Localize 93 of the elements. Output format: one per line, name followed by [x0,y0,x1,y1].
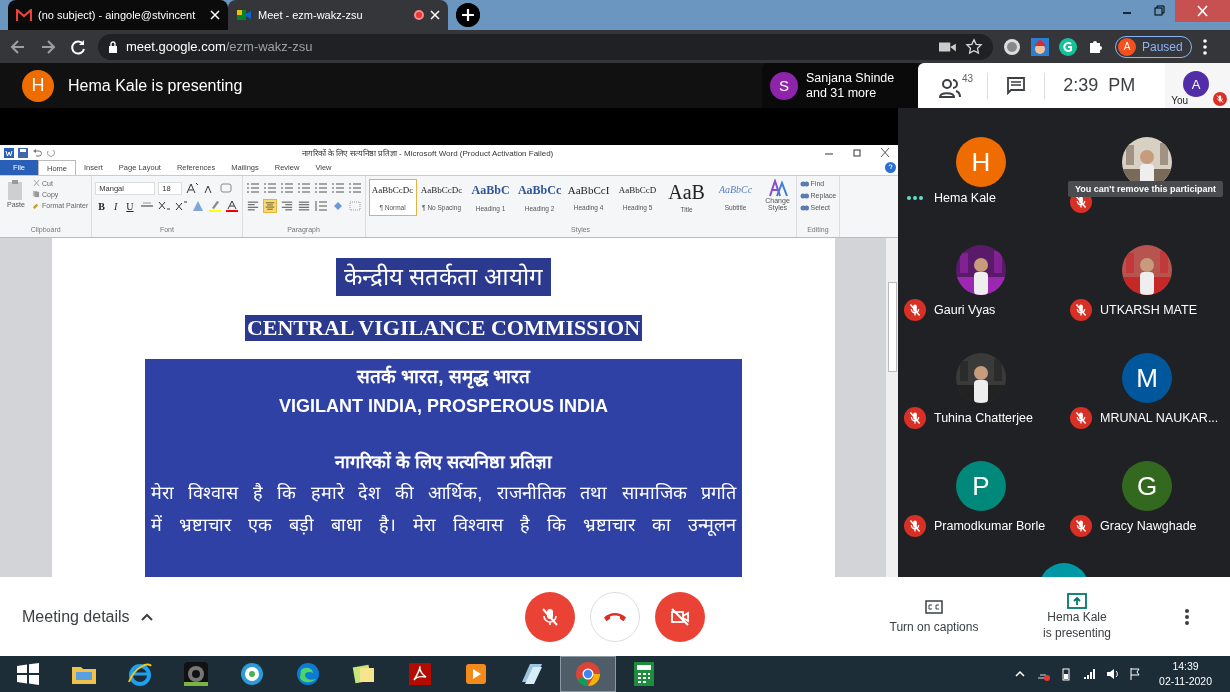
save-icon[interactable] [18,147,28,158]
presenter-label: Hema Kale is presenting [68,76,243,95]
volume-icon[interactable] [1105,667,1120,681]
clock-time: 2:39 PM [1062,75,1137,96]
people-button[interactable]: 43 [918,72,989,99]
captions-icon [925,599,943,614]
avatar: M [1122,353,1172,403]
participant-name: Gracy Nawghade [1100,519,1197,533]
participant-name: MRUNAL NAUKAR... [1100,411,1219,425]
document-icon[interactable] [406,660,434,688]
participants-text: Sanjana Shinde and 31 more [806,70,895,101]
close-icon[interactable] [210,10,220,20]
microphone-button[interactable] [525,591,575,642]
participants-summary[interactable]: S Sanjana Shinde and 31 more [762,63,918,108]
self-label: You [1171,95,1188,106]
document-heading: CENTRAL VIGILANCE COMMISSION [244,315,643,341]
help-icon[interactable] [885,162,896,173]
people-icon [938,76,962,99]
format-button[interactable]: U [123,200,137,212]
participant-name: UTKARSH MATE [1100,303,1197,317]
browser-tab[interactable]: (no subject) - aingole@stvincent [8,0,228,30]
address-bar[interactable]: meet.google.com/ezm-wakz-zsu [98,33,993,60]
grammar-icon[interactable] [1059,37,1077,56]
camera-off-icon [669,605,691,628]
extension-icon[interactable] [1003,37,1021,56]
camera-icon [236,9,252,21]
avatar: H [22,69,54,102]
motto-text: सतर्क भारत, समृद्ध भारत [356,364,531,391]
caret-icon[interactable] [139,611,154,622]
windows-icon[interactable] [14,660,42,688]
pledge-text: मेरा विश्वास है कि हमारे देश की आर्थिक, राजनीतिक तथा सामाजिक प्रगति [150,482,738,505]
avatar: S [770,71,798,100]
copy-icon [32,190,40,198]
avatar: A [1118,37,1136,56]
flag-icon[interactable] [1128,667,1143,681]
align-right-icon[interactable] [279,199,294,213]
align-justify-icon[interactable] [296,199,311,213]
star-icon[interactable] [965,37,983,56]
pledge-text: में भ्रष्टाचार एक बड़ी बाधा है। मेरा विश्वास है कि भ्रष्टाचार का उन्मूलन [150,514,738,538]
tab-title: (no subject) - aingole@stvincent [38,9,197,21]
new-tab-icon[interactable] [456,3,480,27]
highlighter-icon[interactable] [207,200,222,212]
camera-button[interactable] [655,591,705,642]
url-text: meet.google.com/ezm-wakz-zsu [126,39,313,54]
profile-status: Paused [1142,39,1183,54]
scissors-icon [32,179,40,187]
avatar: A [1183,71,1210,97]
align-left-icon[interactable] [245,199,260,213]
chrome-icon[interactable] [574,660,602,688]
window-title: नागरिकों के लिए सत्यनिष्ठा प्रतिज्ञा - Microsoft Word (Product Activation Failed) [302,147,554,158]
participant-name: Pramodkumar Borle [934,519,1046,533]
disc-icon[interactable] [238,660,266,688]
participant-name: Tuhina Chatterjee [934,411,1033,425]
multilevel-list-icon[interactable] [279,182,294,194]
align-center-icon[interactable] [262,199,277,213]
superscript-icon[interactable] [173,200,188,212]
tooltip: You can't remove this participant [1068,181,1223,197]
format-button[interactable]: B [95,200,108,212]
word-icon[interactable] [4,147,14,158]
hang-up-button[interactable] [590,591,640,642]
document-heading: केन्द्रीय सतर्कता आयोग [335,258,552,296]
avatar: H [956,137,1006,187]
lock-icon [108,40,118,53]
tab-title: Meet - ezm-wakz-zsu [258,9,364,21]
participant-name: Hema Kale [934,191,996,205]
pledge-title: नागरिकों के लिए सत्यनिष्ठा प्रतिज्ञा [335,450,552,474]
avatar: G [1122,461,1172,511]
scrollbar[interactable] [886,238,898,577]
subscript-icon[interactable] [156,200,171,212]
motto-text: VIGILANT INDIA, PROSPEROUS INDIA [279,395,608,418]
present-icon [1067,592,1087,609]
brush-icon [32,201,40,209]
avatar: P [956,461,1006,511]
menu-icon[interactable] [1201,37,1208,56]
captions-button[interactable]: Turn on captions [859,599,1009,634]
taskbar-clock[interactable]: 14:39 02-11-2020 [1159,659,1212,689]
chat-icon[interactable] [1006,75,1027,96]
browser-icon[interactable] [294,660,322,688]
present-button[interactable]: Hema Kale is presenting [1009,592,1145,641]
undo-icon[interactable] [32,147,42,158]
restore-icon[interactable] [850,146,864,159]
styles-icon [767,179,788,197]
participant-name: Gauri Vyas [934,303,996,317]
font-color-icon[interactable] [224,200,239,212]
format-button[interactable]: I [110,200,121,212]
close-icon[interactable] [430,10,440,20]
grow-font-icon[interactable] [185,182,200,194]
signal-icon[interactable] [1082,667,1097,681]
webcam-icon[interactable] [182,660,210,688]
mail-icon [16,9,32,21]
browser-tab[interactable]: Meet - ezm-wakz-zsu [228,0,448,30]
extension-icon[interactable] [1031,37,1049,56]
meeting-details-link[interactable]: Meeting details [22,607,130,626]
